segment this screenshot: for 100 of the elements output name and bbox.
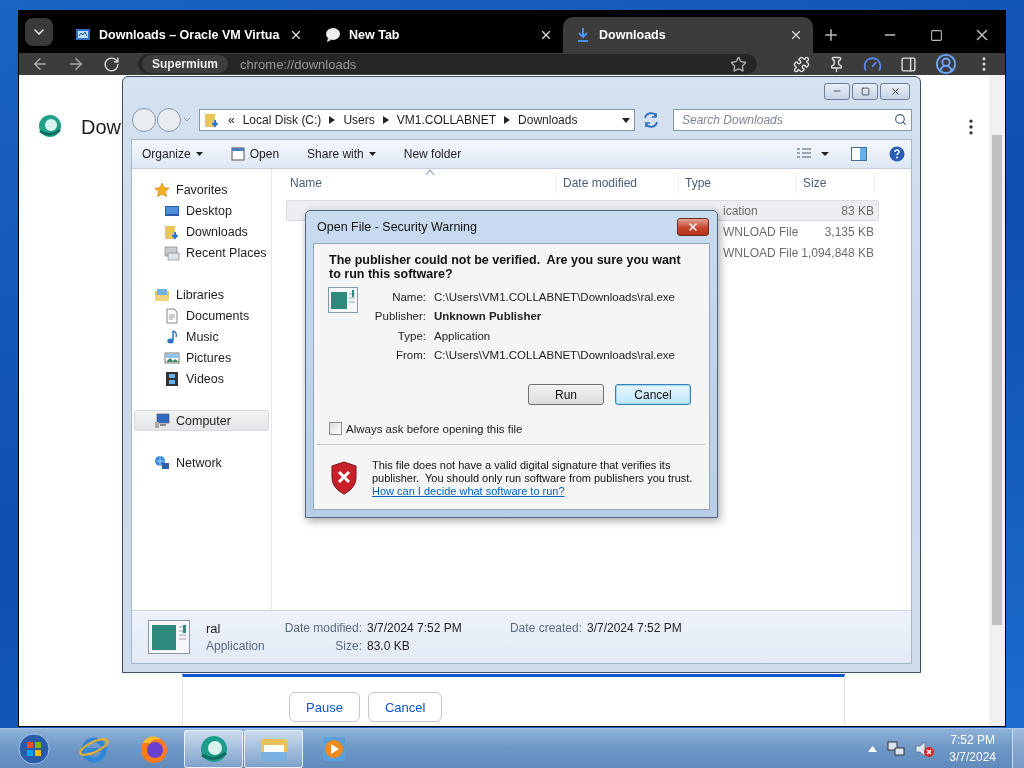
- help-link[interactable]: How can I decide what software to run?: [372, 485, 565, 497]
- detail-value: 3/7/2024 7:52 PM: [367, 621, 463, 635]
- nav-item[interactable]: Pictures: [134, 347, 269, 368]
- command-button[interactable]: Share with: [307, 147, 376, 161]
- chevron-right-icon: [382, 116, 389, 124]
- forward-icon[interactable]: [67, 55, 85, 73]
- type-cell: WNLOAD File: [723, 224, 799, 239]
- nav-item[interactable]: Libraries: [134, 284, 269, 305]
- back-icon[interactable]: [31, 55, 49, 73]
- nav-item[interactable]: Videos: [134, 368, 269, 389]
- chat-bubble-icon: [325, 27, 341, 43]
- browser-logo-icon: [37, 114, 63, 140]
- nav-item[interactable]: Favorites: [134, 179, 269, 200]
- browser-tab[interactable]: New Tab: [313, 17, 563, 53]
- close-icon[interactable]: [289, 28, 303, 42]
- side-panel-icon[interactable]: [900, 55, 917, 73]
- detail-label: Date created:: [508, 621, 582, 635]
- search-field[interactable]: Search Downloads: [673, 109, 912, 131]
- nav-item[interactable]: Music: [134, 326, 269, 347]
- column-header[interactable]: Type: [679, 172, 797, 194]
- column-header[interactable]: Size: [797, 172, 875, 194]
- checkbox[interactable]: [329, 422, 342, 435]
- extensions-icon[interactable]: [793, 55, 810, 73]
- download-icon: [575, 27, 591, 43]
- dropdown-icon[interactable]: [622, 117, 630, 123]
- gauge-icon[interactable]: [863, 54, 882, 74]
- refresh-icon[interactable]: [641, 110, 661, 130]
- computer-icon: [154, 412, 170, 429]
- command-button[interactable]: Organize: [142, 147, 203, 161]
- folder-download-icon: [204, 112, 220, 128]
- picture-icon: [164, 349, 180, 366]
- tab-search-button[interactable]: [25, 18, 53, 46]
- command-button[interactable]: Open: [230, 147, 280, 161]
- breadcrumb[interactable]: VM1.COLLABNET: [396, 113, 497, 127]
- run-button[interactable]: Run: [528, 384, 604, 405]
- maximize-button[interactable]: [852, 82, 878, 100]
- document-icon: [164, 307, 180, 324]
- checkbox-label: Always ask before opening this file: [346, 422, 523, 435]
- browser-tab[interactable]: Downloads – Oracle VM Virtua: [63, 17, 313, 53]
- nav-item[interactable]: Network: [134, 452, 269, 473]
- network-icon[interactable]: [887, 739, 906, 758]
- view-options-icon[interactable]: [797, 148, 829, 160]
- close-icon[interactable]: [789, 28, 803, 42]
- profile-avatar-icon[interactable]: [935, 53, 957, 75]
- column-header[interactable]: Name: [284, 172, 557, 194]
- window-icon: [230, 147, 245, 161]
- show-hidden-icons-icon[interactable]: [868, 745, 878, 752]
- breadcrumb[interactable]: Local Disk (C:): [242, 113, 322, 127]
- page-heading: Dow: [81, 115, 121, 139]
- bookmark-star-icon[interactable]: [730, 55, 747, 73]
- field-label: Type:: [396, 329, 426, 342]
- application-icon: [328, 287, 358, 313]
- breadcrumb-overflow[interactable]: «: [228, 113, 235, 127]
- preview-pane-icon[interactable]: [851, 147, 867, 161]
- nav-item[interactable]: Computer: [134, 410, 269, 431]
- pause-button[interactable]: Pause: [289, 692, 360, 722]
- field-label: From:: [394, 349, 426, 362]
- column-header[interactable]: Date modified: [557, 172, 679, 194]
- url-text: chrome://downloads: [240, 56, 358, 72]
- music-note-icon: [164, 328, 180, 345]
- file-name: ral: [206, 621, 222, 636]
- folder-download-icon: [164, 223, 180, 240]
- size-cell-text: 3,135 KB: [823, 224, 875, 239]
- cancel-button[interactable]: Cancel: [367, 692, 443, 722]
- cancel-button[interactable]: Cancel: [615, 384, 691, 405]
- minimize-button[interactable]: [824, 82, 850, 100]
- address-bar[interactable]: « Local Disk (C:) Users VM1.COLLABNET Downloads: [199, 109, 635, 131]
- address-bar[interactable]: Supermium chrome://downloads: [138, 54, 757, 74]
- volume-muted-icon[interactable]: [915, 739, 936, 758]
- dialog-title: Open File - Security Warning: [317, 220, 477, 234]
- dropdown-icon: [195, 152, 203, 156]
- taskbar-button[interactable]: [244, 729, 303, 768]
- nav-item[interactable]: Documents: [134, 305, 269, 326]
- pin-icon[interactable]: [828, 55, 845, 73]
- help-icon[interactable]: [889, 146, 905, 162]
- field-value: Application: [434, 329, 492, 342]
- libraries-icon: [154, 286, 170, 303]
- taskbar-button[interactable]: [184, 729, 243, 768]
- command-button[interactable]: New folder: [403, 147, 462, 161]
- breadcrumb[interactable]: Downloads: [518, 113, 578, 127]
- close-button[interactable]: [677, 218, 709, 236]
- nav-item[interactable]: Desktop: [134, 200, 269, 221]
- field-label: Name:: [391, 290, 426, 303]
- start-orb-icon: [17, 732, 50, 765]
- size-cell-text: 1,094,848 KB: [800, 245, 875, 260]
- field-value: C:\Users\VM1.COLLABNET\Downloads\ral.exe: [434, 349, 676, 362]
- nav-item[interactable]: Downloads: [134, 221, 269, 242]
- browser-tab[interactable]: Downloads: [563, 17, 813, 53]
- sort-caret-icon: [426, 170, 434, 175]
- reload-icon[interactable]: [103, 55, 120, 73]
- close-icon[interactable]: [539, 28, 553, 42]
- detail-value: 83.0 KB: [367, 639, 411, 653]
- type-cell: WNLOAD File: [723, 245, 799, 260]
- monitor-icon: [75, 27, 91, 43]
- detail-value: 3/7/2024 7:52 PM: [587, 621, 682, 635]
- shield-error-icon: [330, 461, 358, 495]
- breadcrumb[interactable]: Users: [343, 113, 375, 127]
- detail-label: Size:: [334, 639, 362, 653]
- nav-item[interactable]: Recent Places: [134, 242, 269, 263]
- film-icon: [164, 370, 180, 387]
